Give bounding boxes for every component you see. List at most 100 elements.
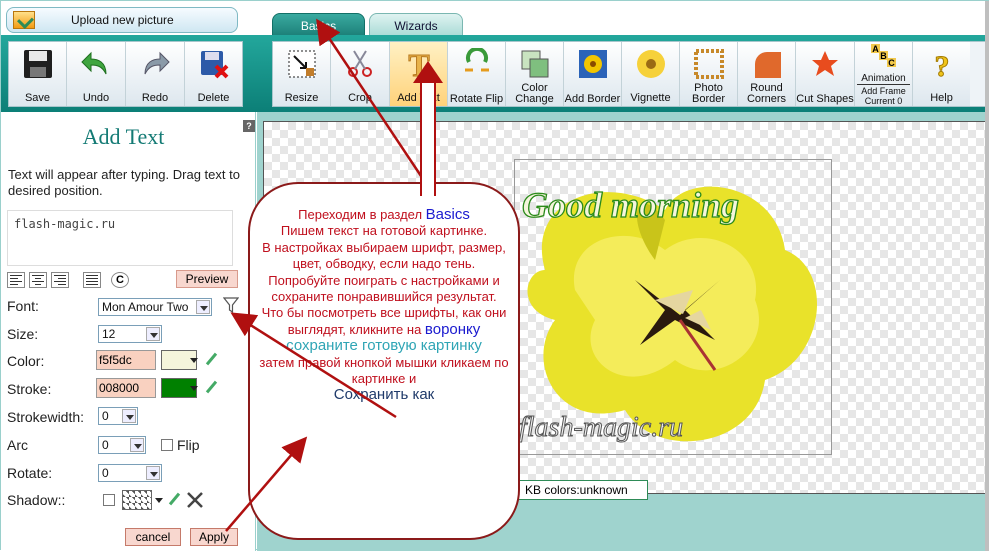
redo-label: Redo [141,92,169,104]
add-text-button[interactable]: T Add Text [390,42,448,106]
funnel-icon[interactable] [223,296,239,314]
annotation-line-2: Пишем текст на готовой картинке. [280,223,488,239]
annotation-line-6: затем правой кнопкой мышки кликаем по ка… [259,354,509,387]
justify-icon[interactable] [83,272,101,288]
svg-text:B: B [880,51,887,61]
shapes-icon [812,51,838,76]
crop-label: Crop [348,92,372,104]
text-input[interactable]: flash-magic.ru [7,210,233,266]
animation-icon: ABC [871,44,896,68]
help-button[interactable]: ? Help [913,42,970,106]
size-select[interactable]: 12 [98,325,162,343]
chevron-down-icon [146,327,160,341]
chevron-down-icon[interactable] [187,378,201,398]
chevron-down-icon [146,466,160,480]
panel-description: Text will appear after typing. Drag text… [8,167,240,198]
color-change-icon [521,50,548,78]
align-center-icon[interactable] [29,272,47,288]
color-hex-input[interactable]: f5f5dc [96,350,156,370]
eyedropper-icon[interactable] [204,380,220,396]
round-corners-button[interactable]: Round Corners [738,42,796,106]
undo-button[interactable]: Undo [67,42,126,106]
annotation-line-3: В настройках выбираем шрифт, размер, цве… [262,239,506,305]
color-change-button[interactable]: Color Change [506,42,564,106]
size-value: 12 [102,327,116,341]
font-select[interactable]: Mon Amour Two [98,298,212,316]
floppy-icon [23,50,52,78]
add-text-panel: Add Text ? Text will appear after typing… [1,112,256,551]
vignette-button[interactable]: Vignette [622,42,680,106]
animation-label: Animation [857,73,910,85]
chevron-down-icon[interactable] [187,350,201,370]
annotation-line-1b: Basics [425,206,470,223]
question-icon: ? [934,50,950,81]
strokewidth-label: Strokewidth: [7,409,85,425]
chevron-down-icon [122,409,136,423]
rotate-select[interactable]: 0 [98,464,162,482]
tab-wizards[interactable]: Wizards [369,13,463,37]
cut-shapes-button[interactable]: Cut Shapes [796,42,855,106]
delete-button[interactable]: Delete [185,42,242,106]
annotation-text: Переходим в раздел Basics Пишем текст на… [259,206,509,404]
rotate-flip-button[interactable]: Rotate Flip [448,42,506,106]
add-border-label: Add Border [564,93,621,105]
eyedropper-icon[interactable] [204,352,220,368]
eyedropper-icon[interactable] [167,492,183,508]
redo-button[interactable]: Redo [126,42,185,106]
arc-select[interactable]: 0 [98,436,146,454]
window-shadow [985,1,989,551]
upload-picture-button[interactable]: Upload new picture [6,7,238,33]
color-label: Color: [7,353,45,369]
flip-checkbox[interactable] [161,439,173,451]
tools-icon[interactable] [186,491,204,509]
watermark-text[interactable]: flash-magic.ru [518,412,683,444]
arc-value: 0 [102,438,109,452]
rotate-value: 0 [102,466,109,480]
svg-text:T: T [408,48,429,80]
shadow-checkbox[interactable] [103,494,115,506]
add-frame-label: Add Frame [861,86,906,96]
vignette-icon [636,50,665,78]
chevron-down-icon [196,300,210,314]
undo-icon [81,51,107,75]
photo-border-icon [693,49,724,79]
align-right-icon[interactable] [51,272,69,288]
strokewidth-select[interactable]: 0 [98,407,138,425]
top-strip: Upload new picture Basics Wizards [1,1,989,37]
preview-button[interactable]: Preview [176,270,238,288]
alignment-toolbar: C [7,272,129,290]
photo-border-button[interactable]: Photo Border [680,42,738,106]
help-label: Help [930,92,953,104]
color-change-label: Color Change [515,82,554,105]
font-value: Mon Amour Two [102,300,189,314]
cancel-button[interactable]: cancel [125,528,181,546]
crop-button[interactable]: Crop [331,42,390,106]
delete-icon [200,51,228,79]
svg-text:C: C [888,58,895,68]
vignette-label: Vignette [630,92,671,104]
shadow-swatch[interactable] [122,490,152,510]
animation-button[interactable]: ABC Animation Add Frame Current 0 [855,42,913,106]
upload-icon [13,11,35,29]
stroke-hex-input[interactable]: 008000 [96,378,156,398]
toolbar-edit-group: Save Undo Redo Delete [8,41,243,107]
annotation-line-4b: воронку [424,320,481,338]
save-button[interactable]: Save [9,42,67,106]
resize-icon [288,50,315,78]
add-border-button[interactable]: Add Border [564,42,622,106]
chevron-down-icon[interactable] [152,490,166,510]
round-corners-icon [754,52,781,78]
annotation-line-1a: Переходим в раздел [298,207,426,222]
apply-button[interactable]: Apply [190,528,238,546]
panel-help-icon[interactable]: ? [243,120,255,132]
align-left-icon[interactable] [7,272,25,288]
overlay-text[interactable]: Good morning [521,184,739,226]
resize-button[interactable]: Resize [273,42,331,106]
scissors-icon [348,50,372,77]
copyright-icon[interactable]: C [111,272,129,288]
tab-basics[interactable]: Basics [272,13,365,37]
app-window: Upload new picture Basics Wizards Save U… [0,0,989,551]
annotation-line-7: Сохранить как [333,386,435,404]
chevron-down-icon [130,438,144,452]
save-label: Save [24,92,51,104]
